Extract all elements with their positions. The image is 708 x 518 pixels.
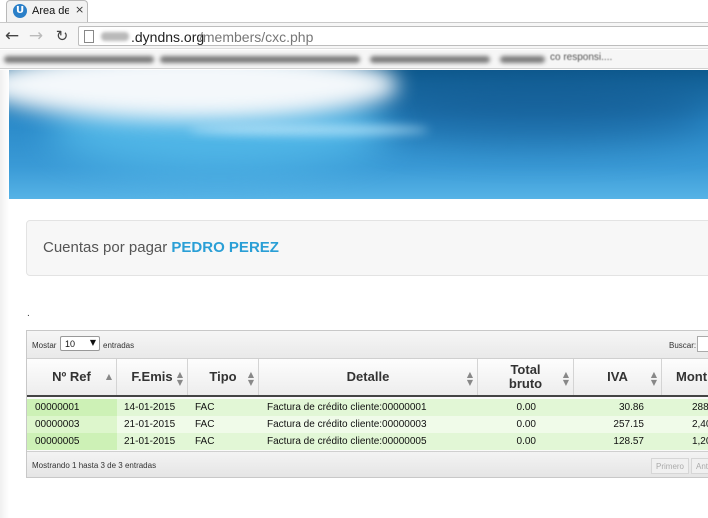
cell-total: 0.00 (516, 436, 536, 447)
page-length-select[interactable]: 10 ▼ (60, 336, 100, 351)
table-row[interactable]: 00000003 21-01-2015 FAC Factura de crédi… (27, 416, 708, 433)
column-header-label: Nº Ref (52, 369, 91, 384)
cell-tipo: FAC (195, 402, 215, 413)
cell-total: 0.00 (516, 419, 536, 430)
redacted-bookmark[interactable] (370, 56, 490, 63)
cell-tipo: FAC (195, 436, 215, 447)
search-label: Buscar: (669, 341, 697, 350)
cell-tipo: FAC (195, 419, 215, 430)
column-header-label: IVA (607, 369, 628, 384)
back-icon[interactable]: ← (2, 26, 22, 46)
cell-fecha: 21-01-2015 (124, 436, 176, 447)
forward-icon[interactable]: → (26, 26, 46, 46)
cell-detalle: Factura de crédito cliente:00000003 (267, 419, 427, 430)
cell-ref: 00000003 (35, 419, 80, 430)
page-title: Cuentas por pagar PEDRO PEREZ (43, 239, 279, 256)
url-host: .dyndns.org (131, 29, 205, 45)
page-content: Cuentas por pagar PEDRO PEREZ . Mostar 1… (0, 70, 708, 518)
sort-both-icon: ▲ ▼ (650, 370, 657, 387)
sort-both-icon: ▲ ▼ (562, 370, 569, 387)
column-header-iva[interactable]: IVA ▲ ▼ (574, 359, 662, 395)
table-footer: Mostrando 1 hasta 3 de 3 entradas Primer… (27, 451, 708, 477)
cell-iva: 128.57 (613, 436, 644, 447)
site-favicon-icon: U (13, 4, 27, 18)
sort-both-icon: ▲ ▼ (466, 370, 473, 387)
page-icon (84, 30, 94, 43)
cell-detalle: Factura de crédito cliente:00000001 (267, 402, 427, 413)
redacted-subdomain (101, 32, 129, 41)
sort-both-icon: ▲ ▼ (247, 370, 254, 387)
cell-detalle: Factura de crédito cliente:00000005 (267, 436, 427, 447)
cell-fecha: 21-01-2015 (124, 419, 176, 430)
header-banner (9, 70, 708, 199)
column-header-fecha[interactable]: F.Emis ▲ ▼ (117, 359, 188, 395)
cell-fecha: 14-01-2015 (124, 402, 176, 413)
previous-page-button[interactable]: Ante (691, 458, 708, 474)
cell-ref: 00000001 (35, 402, 80, 413)
redacted-bookmark[interactable] (500, 56, 545, 63)
column-header-label: Mont (676, 369, 708, 384)
cell-total: 0.00 (516, 402, 536, 413)
table-row[interactable]: 00000001 14-01-2015 FAC Factura de crédi… (27, 399, 708, 416)
column-header-ref[interactable]: Nº Ref ▲ (27, 359, 117, 395)
sort-asc-icon: ▲ (105, 372, 112, 381)
first-page-button[interactable]: Primero (651, 458, 690, 474)
sort-both-icon: ▲ ▼ (176, 370, 183, 387)
table-row[interactable]: 00000005 21-01-2015 FAC Factura de crédi… (27, 433, 708, 450)
accounts-table: Mostar 10 ▼ entradas Buscar: Nº Ref ▲ F.… (26, 330, 708, 478)
page-length-label: Mostar (32, 341, 57, 350)
tab-title: Area de (32, 5, 69, 17)
search-input[interactable] (697, 336, 708, 352)
browser-tab[interactable]: U Area de × (6, 0, 88, 22)
column-header-detalle[interactable]: Detalle ▲ ▼ (259, 359, 478, 395)
url-path: /members/cxc.php (199, 29, 314, 45)
browser-tabstrip: U Area de × (0, 0, 708, 22)
column-header-total[interactable]: Total bruto ▲ ▼ (478, 359, 574, 395)
cell-ref: 00000005 (35, 436, 80, 447)
stray-dot: . (27, 308, 30, 319)
table-info: Mostrando 1 hasta 3 de 3 entradas (32, 461, 157, 470)
cell-iva: 257.15 (613, 419, 644, 430)
tab-close-icon[interactable]: × (75, 3, 84, 16)
cell-iva: 30.86 (618, 402, 644, 413)
bookmarks-bar: co responsi.... (0, 50, 708, 69)
cell-monto: 1,200 (691, 436, 708, 447)
address-bar[interactable]: .dyndns.org /members/cxc.php (78, 26, 708, 46)
page-heading-panel: Cuentas por pagar PEDRO PEREZ (26, 220, 708, 276)
redacted-bookmark[interactable] (4, 56, 154, 63)
bookmark-label[interactable]: co responsi.... (550, 52, 612, 63)
browser-toolbar: ← → ↻ .dyndns.org /members/cxc.php (0, 22, 708, 49)
redacted-bookmark[interactable] (160, 56, 360, 63)
column-header-label: Total bruto (508, 362, 543, 391)
page-length-suffix: entradas (103, 341, 135, 350)
page-length-value: 10 (65, 339, 76, 349)
cell-monto: 2,400 (691, 419, 708, 430)
page-gutter (0, 70, 9, 518)
page-title-prefix: Cuentas por pagar (43, 239, 172, 256)
reload-icon[interactable]: ↻ (52, 26, 72, 46)
table-header: Nº Ref ▲ F.Emis ▲ ▼ Tipo ▲ ▼ Detalle ▲ ▼ To… (27, 359, 708, 397)
table-controls: Mostar 10 ▼ entradas Buscar: (27, 331, 708, 359)
dropdown-arrow-icon: ▼ (89, 338, 96, 347)
column-header-label: Detalle (346, 369, 390, 384)
cell-monto: 288.0 (691, 402, 708, 413)
column-header-tipo[interactable]: Tipo ▲ ▼ (188, 359, 259, 395)
client-name: PEDRO PEREZ (171, 239, 279, 256)
column-header-monto[interactable]: Mont (662, 359, 708, 395)
